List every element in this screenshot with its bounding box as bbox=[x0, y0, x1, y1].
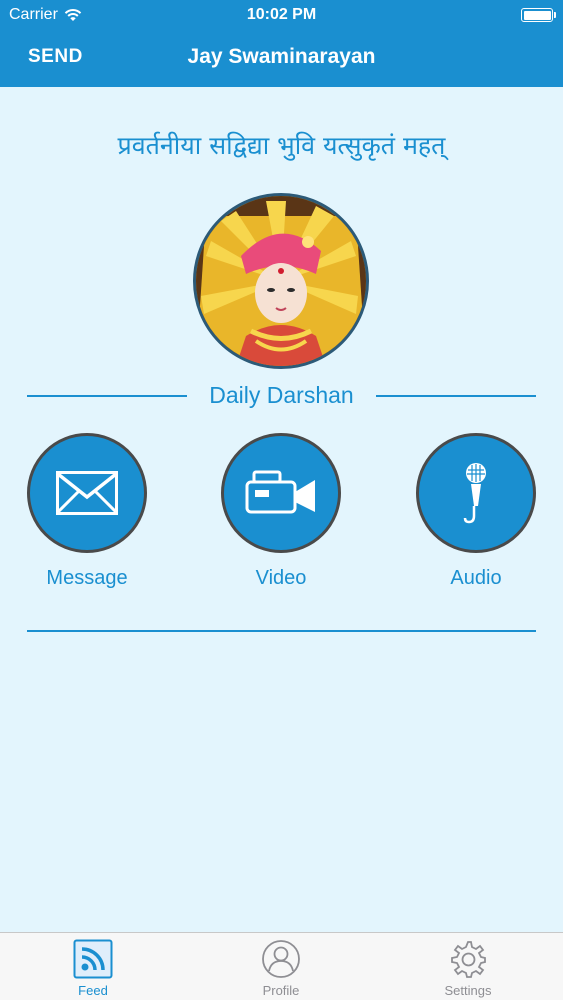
video-button[interactable]: Video bbox=[221, 433, 341, 590]
section-divider bbox=[27, 630, 536, 632]
sanskrit-verse: प्रवर्तनीया सद्विद्या भुवि यत्सुकृतं महत… bbox=[117, 131, 446, 160]
video-circle[interactable] bbox=[221, 433, 341, 553]
microphone-icon bbox=[463, 463, 486, 524]
rss-feed-icon bbox=[73, 939, 113, 979]
profile-icon bbox=[262, 940, 300, 978]
tab-settings[interactable]: Settings bbox=[418, 933, 518, 1000]
tab-settings-label: Settings bbox=[444, 983, 492, 998]
daily-darshan-image[interactable] bbox=[193, 193, 369, 369]
message-button[interactable]: Message bbox=[27, 433, 147, 590]
video-camera-icon bbox=[245, 470, 315, 514]
audio-circle[interactable] bbox=[416, 433, 536, 553]
page-title: Jay Swaminarayan bbox=[187, 45, 376, 68]
daily-darshan-divider: Daily Darshan bbox=[27, 382, 536, 410]
tab-bar: Feed Profile Settings bbox=[0, 932, 563, 1000]
tab-profile-label: Profile bbox=[262, 983, 300, 998]
video-label: Video bbox=[255, 567, 307, 589]
tab-feed[interactable]: Feed bbox=[43, 933, 143, 1000]
message-circle[interactable] bbox=[27, 433, 147, 553]
envelope-icon bbox=[56, 471, 118, 515]
status-bar: Carrier 10:02 PM bbox=[0, 0, 563, 30]
divider-line bbox=[376, 395, 536, 397]
gear-icon bbox=[451, 941, 486, 978]
audio-button[interactable]: Audio bbox=[416, 433, 536, 590]
message-label: Message bbox=[46, 567, 128, 589]
deity-illustration bbox=[196, 196, 366, 366]
tab-feed-label: Feed bbox=[78, 983, 108, 998]
tab-profile[interactable]: Profile bbox=[231, 933, 331, 1000]
audio-label: Audio bbox=[450, 567, 502, 589]
battery-icon bbox=[521, 8, 556, 22]
app-header: Carrier 10:02 PM SEND Jay Swaminarayan bbox=[0, 0, 563, 87]
status-time: 10:02 PM bbox=[246, 6, 317, 23]
